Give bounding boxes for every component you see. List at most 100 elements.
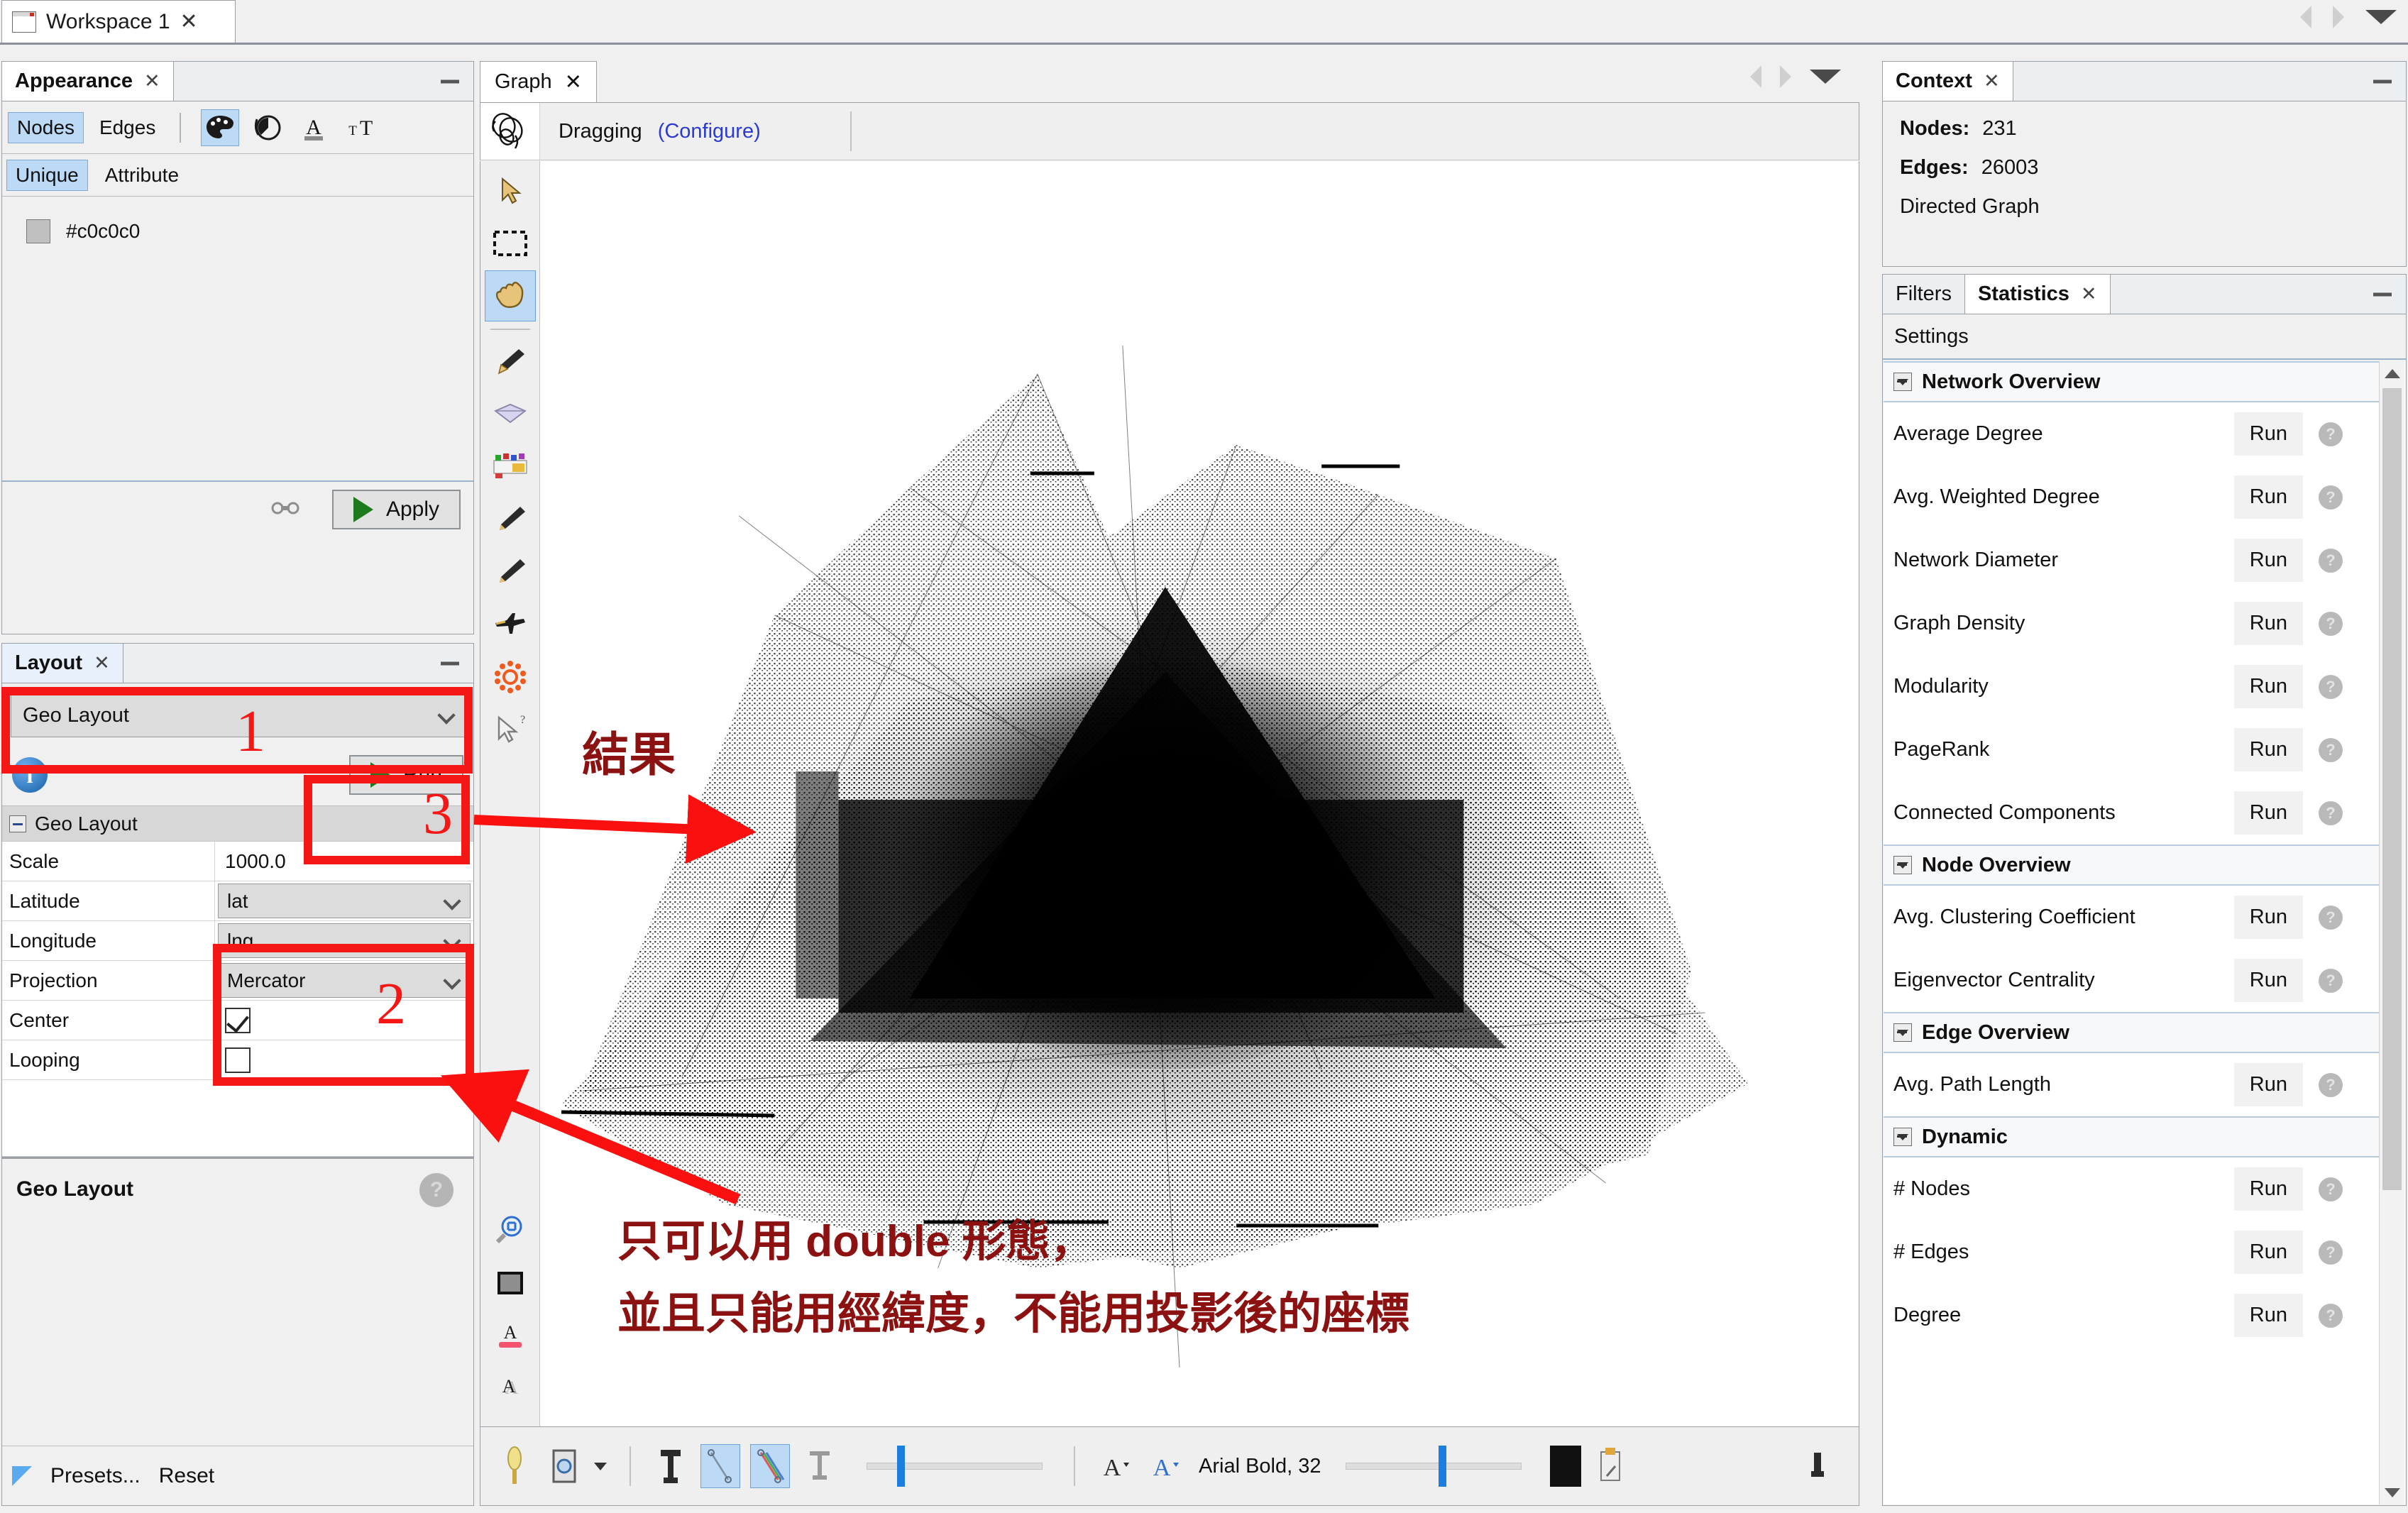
pencil-edge-icon[interactable] bbox=[485, 546, 536, 597]
run-button[interactable]: Run bbox=[2233, 896, 2303, 939]
chevron-right-icon[interactable] bbox=[1780, 65, 1791, 88]
run-button[interactable]: Run bbox=[2233, 1294, 2303, 1337]
tab-statistics[interactable]: Statistics ✕ bbox=[1964, 275, 2111, 314]
color-palette-icon[interactable] bbox=[485, 441, 536, 492]
scroll-down-icon[interactable] bbox=[2380, 1480, 2404, 1504]
spline-icon[interactable] bbox=[271, 498, 299, 522]
info-icon[interactable]: i bbox=[12, 757, 48, 793]
scroll-up-icon[interactable] bbox=[2380, 361, 2404, 385]
group-node-overview[interactable]: Node Overview bbox=[1884, 844, 2380, 886]
label-color-icon[interactable]: A bbox=[295, 109, 333, 146]
font-label[interactable]: Arial Bold, 32 bbox=[1199, 1455, 1321, 1478]
font-decrease-icon[interactable]: A bbox=[1095, 1444, 1135, 1488]
table-row[interactable]: Scale 1000.0 bbox=[2, 842, 473, 881]
run-button[interactable]: Run bbox=[2233, 791, 2303, 835]
help-icon[interactable]: ? bbox=[2319, 905, 2343, 930]
help-icon[interactable]: ? bbox=[2319, 1072, 2343, 1097]
table-row[interactable]: Center bbox=[2, 1001, 473, 1040]
table-row[interactable]: Longitude lng bbox=[2, 921, 473, 961]
reset-icon[interactable] bbox=[1798, 1444, 1837, 1488]
list-item[interactable]: Eigenvector Centrality Run? bbox=[1884, 949, 2380, 1012]
tab-edges[interactable]: Edges bbox=[91, 113, 164, 143]
minimize-icon[interactable] bbox=[2373, 292, 2392, 296]
collapse-icon[interactable] bbox=[1893, 1128, 1912, 1146]
chevron-left-icon[interactable] bbox=[2300, 6, 2311, 28]
center-checkbox[interactable] bbox=[225, 1007, 251, 1033]
tab-nodes[interactable]: Nodes bbox=[8, 111, 84, 143]
group-dynamic[interactable]: Dynamic bbox=[1884, 1116, 2380, 1157]
screenshot-icon[interactable] bbox=[544, 1444, 584, 1488]
group-network-overview[interactable]: Network Overview bbox=[1884, 361, 2380, 402]
run-button[interactable]: Run bbox=[2233, 475, 2303, 519]
workspace-tab[interactable]: Workspace 1 ✕ bbox=[1, 0, 236, 43]
show-labels-icon[interactable] bbox=[495, 1444, 534, 1488]
heatmap-gear-icon[interactable] bbox=[485, 651, 536, 702]
run-button[interactable]: Run bbox=[2233, 728, 2303, 771]
property-value[interactable]: 1000.0 bbox=[215, 842, 473, 881]
label-color-chip-icon[interactable] bbox=[1549, 1446, 1581, 1487]
label-size-icon[interactable]: TT bbox=[341, 109, 380, 146]
run-button[interactable]: Run bbox=[2233, 539, 2303, 582]
screenshot-dropdown-icon[interactable] bbox=[594, 1462, 610, 1470]
tab-context[interactable]: Context ✕ bbox=[1883, 62, 2013, 101]
minimize-icon[interactable] bbox=[2373, 79, 2392, 83]
list-item[interactable]: Degree Run? bbox=[1884, 1284, 2380, 1347]
minimize-icon[interactable] bbox=[441, 79, 459, 83]
chevron-right-icon[interactable] bbox=[2333, 6, 2344, 28]
node-labels-icon[interactable] bbox=[651, 1444, 691, 1488]
configure-link[interactable]: (Configure) bbox=[658, 120, 761, 143]
node-size-icon[interactable] bbox=[248, 109, 286, 146]
tab-layout[interactable]: Layout ✕ bbox=[2, 644, 123, 683]
help-icon[interactable]: ? bbox=[2319, 422, 2343, 446]
tab-appearance[interactable]: Appearance ✕ bbox=[2, 62, 174, 101]
group-edge-overview[interactable]: Edge Overview bbox=[1884, 1012, 2380, 1053]
close-icon[interactable]: ✕ bbox=[180, 9, 198, 34]
close-icon[interactable]: ✕ bbox=[565, 70, 582, 94]
brush-paint-icon[interactable] bbox=[485, 336, 536, 387]
run-button[interactable]: Run bbox=[2233, 1167, 2303, 1211]
tab-filters[interactable]: Filters bbox=[1883, 275, 1965, 314]
layout-properties-header[interactable]: Geo Layout bbox=[2, 805, 473, 841]
edge-label-icon[interactable] bbox=[800, 1444, 840, 1488]
help-icon[interactable]: ? bbox=[2319, 611, 2343, 636]
list-item[interactable]: PageRank Run? bbox=[1884, 718, 2380, 781]
close-icon[interactable]: ✕ bbox=[1984, 70, 2000, 92]
layout-select[interactable]: Geo Layout bbox=[11, 693, 465, 737]
projection-select[interactable]: Mercator bbox=[218, 963, 471, 998]
slider-knob[interactable] bbox=[1438, 1446, 1446, 1487]
run-button[interactable]: Run bbox=[2233, 602, 2303, 645]
collapse-icon[interactable] bbox=[1893, 373, 1912, 391]
table-row[interactable]: Projection Mercator bbox=[2, 961, 473, 1001]
run-button[interactable]: Run bbox=[2233, 412, 2303, 456]
table-row[interactable]: Looping bbox=[2, 1040, 473, 1080]
minimize-icon[interactable] bbox=[441, 661, 459, 665]
statistics-scrollbar[interactable] bbox=[2379, 361, 2404, 1504]
list-item[interactable]: Network Diameter Run? bbox=[1884, 529, 2380, 592]
collapse-icon[interactable] bbox=[1893, 1023, 1912, 1042]
run-button[interactable]: Run bbox=[2233, 1231, 2303, 1274]
help-icon[interactable]: ? bbox=[2319, 737, 2343, 762]
hand-drag-icon[interactable] bbox=[484, 270, 536, 321]
list-item[interactable]: Modularity Run? bbox=[1884, 655, 2380, 718]
list-item[interactable]: # Nodes Run? bbox=[1884, 1157, 2380, 1221]
airplane-shortest-path-icon[interactable] bbox=[485, 598, 536, 649]
run-button[interactable]: Run bbox=[2233, 665, 2303, 708]
close-icon[interactable]: ✕ bbox=[144, 70, 160, 92]
chevron-down-icon[interactable] bbox=[2365, 10, 2397, 24]
tab-attribute[interactable]: Attribute bbox=[97, 160, 187, 190]
cursor-select-icon[interactable] bbox=[485, 165, 536, 216]
help-icon[interactable]: ? bbox=[2319, 674, 2343, 699]
help-icon[interactable]: ? bbox=[2319, 968, 2343, 993]
collapse-icon[interactable] bbox=[1893, 856, 1912, 874]
list-item[interactable]: Avg. Clustering Coefficient Run? bbox=[1884, 886, 2380, 949]
help-icon[interactable]: ? bbox=[419, 1173, 453, 1207]
chevron-left-icon[interactable] bbox=[1750, 65, 1761, 88]
help-icon[interactable]: ? bbox=[2319, 485, 2343, 510]
label-shadow-icon[interactable]: AA bbox=[485, 1363, 536, 1414]
tab-graph[interactable]: Graph ✕ bbox=[480, 61, 597, 102]
diamond-size-icon[interactable] bbox=[485, 388, 536, 439]
table-row[interactable]: Latitude lat bbox=[2, 881, 473, 921]
help-icon[interactable]: ? bbox=[2319, 1177, 2343, 1201]
label-color-icon[interactable]: A bbox=[485, 1310, 536, 1361]
run-layout-button[interactable]: Run bbox=[348, 755, 463, 795]
